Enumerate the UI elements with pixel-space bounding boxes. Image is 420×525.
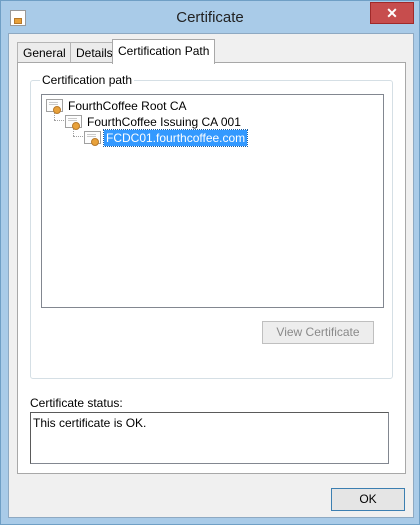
node-label: FCDC01.fourthcoffee.com <box>102 128 249 147</box>
tree-connector <box>73 136 83 137</box>
node-label: FourthCoffee Issuing CA 001 <box>87 114 241 129</box>
close-button[interactable]: ✕ <box>370 2 414 24</box>
certificate-window: Certificate ✕ General Details Certificat… <box>0 0 420 525</box>
tree-node-root-ca[interactable]: FourthCoffee Root CA <box>46 97 189 115</box>
group-label: Certification path <box>40 73 135 87</box>
tab-certification-path[interactable]: Certification Path <box>112 39 216 64</box>
certificate-status-label: Certificate status: <box>30 396 123 410</box>
certificate-icon <box>65 115 82 131</box>
dialog-body: General Details Certification Path Certi… <box>8 33 414 518</box>
view-certificate-button[interactable]: View Certificate <box>262 321 374 344</box>
tree-connector <box>54 120 64 121</box>
certificate-status-box: This certificate is OK. <box>30 412 389 464</box>
tree-node-issuing-ca[interactable]: FourthCoffee Issuing CA 001 <box>65 113 243 131</box>
certification-path-panel: Certification path FourthCoffee Root CA … <box>17 62 406 474</box>
certificate-icon <box>46 99 63 115</box>
title-bar[interactable]: Certificate ✕ <box>1 1 419 33</box>
node-label: FourthCoffee Root CA <box>68 98 187 113</box>
certificate-icon <box>84 131 101 147</box>
tree-node-leaf-cert[interactable]: FCDC01.fourthcoffee.com <box>84 128 249 147</box>
tab-general[interactable]: General <box>17 42 72 63</box>
certification-path-group: Certification path FourthCoffee Root CA … <box>30 73 393 379</box>
certification-path-tree[interactable]: FourthCoffee Root CA FourthCoffee Issuin… <box>41 94 384 308</box>
window-title: Certificate <box>176 9 244 26</box>
ok-button[interactable]: OK <box>331 488 405 511</box>
